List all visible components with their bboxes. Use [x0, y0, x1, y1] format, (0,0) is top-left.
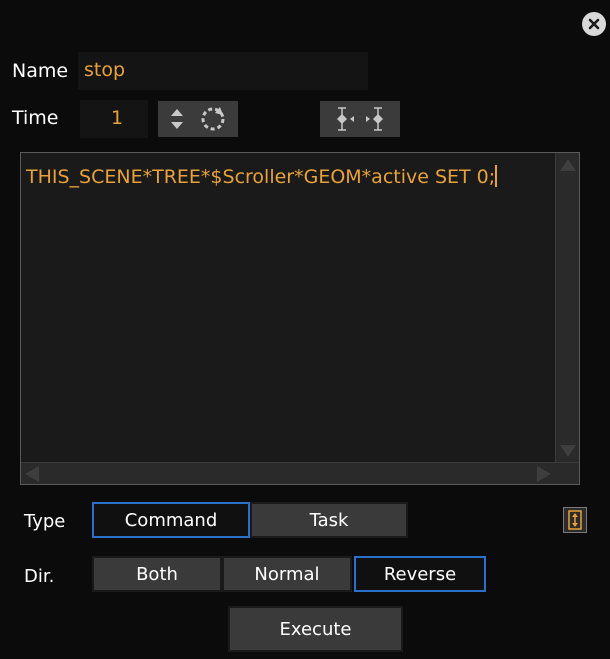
keyframe-navigation-icon [337, 107, 383, 131]
name-label: Name [12, 60, 69, 82]
text-caret [495, 165, 498, 187]
close-icon[interactable] [582, 12, 606, 36]
direction-both-button[interactable]: Both [92, 556, 222, 592]
execute-button[interactable]: Execute [228, 606, 403, 652]
direction-normal-button[interactable]: Normal [222, 556, 352, 592]
type-command-button[interactable]: Command [92, 502, 250, 538]
up-down-toggle-icon[interactable] [563, 507, 587, 533]
script-editor[interactable]: THIS_SCENE*TREE*$Scroller*GEOM*active SE… [20, 152, 580, 485]
scroll-down-arrow-icon[interactable] [560, 445, 576, 457]
up-down-spinner-icon[interactable] [166, 107, 188, 131]
name-field[interactable]: stop [78, 52, 368, 90]
time-field[interactable]: 1 [80, 100, 148, 138]
time-spinner-button[interactable] [158, 101, 238, 137]
type-task-button[interactable]: Task [250, 502, 408, 538]
time-label: Time [12, 107, 59, 129]
scroll-right-arrow-icon[interactable] [537, 466, 551, 482]
circular-arrow-icon[interactable] [198, 104, 228, 134]
scroll-left-arrow-icon[interactable] [25, 466, 39, 482]
keyframe-navigation-button[interactable] [320, 101, 400, 137]
script-text[interactable]: THIS_SCENE*TREE*$Scroller*GEOM*active SE… [26, 163, 551, 191]
type-label: Type [24, 511, 66, 532]
direction-label: Dir. [24, 566, 55, 587]
horizontal-scrollbar[interactable] [21, 462, 579, 484]
vertical-scrollbar[interactable] [555, 153, 579, 463]
scroll-up-arrow-icon[interactable] [560, 159, 576, 171]
direction-reverse-button[interactable]: Reverse [354, 556, 486, 592]
